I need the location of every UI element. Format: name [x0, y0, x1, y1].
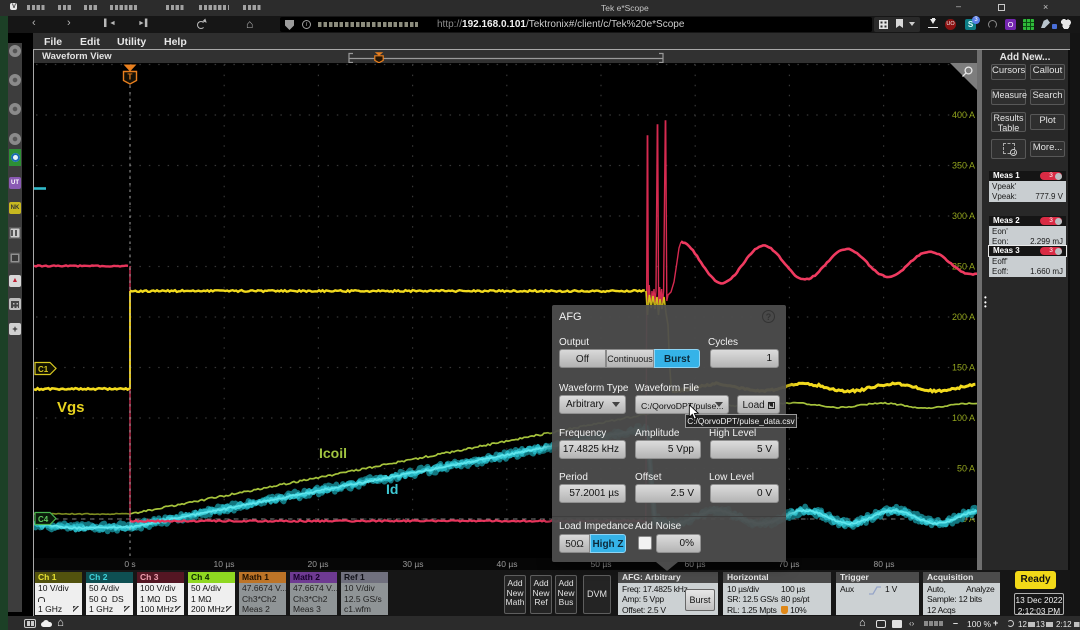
svg-text:Id: Id: [386, 481, 398, 497]
svg-text:T: T: [128, 73, 133, 82]
svg-text:200 A: 200 A: [952, 312, 975, 322]
svg-text:350 A: 350 A: [952, 161, 975, 171]
svg-text:400 A: 400 A: [952, 110, 975, 120]
svg-text:50 A: 50 A: [957, 464, 975, 474]
svg-text:300 A: 300 A: [952, 211, 975, 221]
svg-text:Vgs: Vgs: [57, 399, 85, 416]
svg-text:C1: C1: [38, 365, 49, 374]
svg-text:100 A: 100 A: [952, 413, 975, 423]
svg-text:C4: C4: [38, 515, 49, 524]
svg-text:150 A: 150 A: [952, 363, 975, 373]
svg-text:Icoil: Icoil: [319, 445, 347, 461]
